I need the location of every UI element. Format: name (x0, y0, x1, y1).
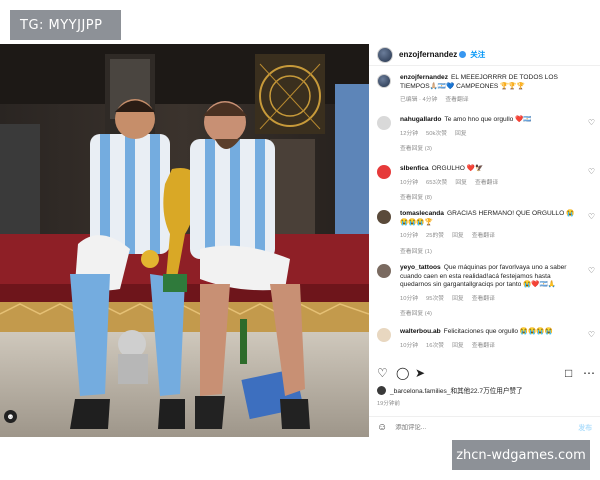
commenter-avatar[interactable] (377, 116, 391, 130)
reply-link[interactable]: 回复 (455, 131, 467, 137)
comment-likes[interactable]: 16次赞 (426, 343, 444, 349)
verified-badge-icon (459, 51, 467, 58)
translate-link[interactable]: 查看翻译 (475, 180, 498, 186)
comment-username[interactable]: slbenfica (400, 165, 429, 172)
post-comment-button[interactable]: 发布 (578, 422, 592, 432)
comment-time: 10分钟 (400, 179, 419, 186)
commenter-avatar[interactable] (377, 165, 391, 179)
post-header: enzojfernandez 关注 (369, 44, 600, 66)
commenter-avatar[interactable] (377, 264, 391, 278)
reply-link[interactable]: 回复 (452, 343, 464, 349)
heart-icon[interactable]: ♡ (377, 366, 388, 380)
translate-link[interactable]: 查看翻译 (472, 296, 495, 302)
locker-room-photo (0, 44, 369, 437)
comment-like-heart-icon[interactable]: ♡ (588, 266, 595, 275)
comment-like-heart-icon[interactable]: ♡ (588, 212, 595, 221)
comment-username[interactable]: walterbou.ab (400, 328, 441, 335)
caption-avatar[interactable] (377, 74, 391, 88)
comment-text: Te amo hno que orgullo ❤️🇦🇷 (444, 116, 532, 123)
comment-time: 12分钟 (400, 130, 419, 137)
user-tag-icon[interactable]: ☻ (4, 410, 17, 423)
translate-link[interactable]: 查看翻译 (472, 343, 495, 349)
comment-likes[interactable]: 653次赞 (426, 180, 447, 186)
view-replies-link[interactable]: 查看回复 (4) (400, 310, 582, 319)
site-watermark: zhcn-wdgames.com (452, 440, 590, 470)
comment-like-heart-icon[interactable]: ♡ (588, 167, 595, 176)
liker-avatar (377, 385, 386, 395)
view-replies-link[interactable]: 查看回复 (3) (400, 145, 582, 154)
view-replies-link[interactable]: 查看回复 (8) (400, 194, 582, 203)
more-icon[interactable]: ⋯ (583, 366, 595, 380)
liked-by[interactable]: _barcelona.families_和其他22.7万位用户赞了 (377, 385, 523, 395)
post-actions: ♡ ◯ ➤ □ ⋯ (369, 366, 600, 384)
author-avatar[interactable] (377, 46, 393, 63)
reply-link[interactable]: 回复 (452, 296, 464, 302)
comment-username[interactable]: yeyo_tattoos (400, 264, 441, 271)
comment-list: enzojfernandez EL MEEEJORRRR DE TODOS LOS… (369, 70, 600, 370)
commenter-avatar[interactable] (377, 210, 391, 224)
comment-likes[interactable]: 25的赞 (426, 233, 444, 239)
comment-icon[interactable]: ◯ (396, 366, 409, 380)
comment-time: 10分钟 (400, 233, 419, 240)
share-icon[interactable]: ➤ (415, 366, 425, 380)
caption-translate-link[interactable]: 查看翻译 (445, 97, 468, 103)
bookmark-icon[interactable]: □ (565, 366, 572, 380)
liked-by-text: _barcelona.families_和其他22.7万位用户赞了 (390, 388, 523, 395)
comment-text: Felicitaciones que orgullo 😭😭😭😭 (443, 328, 553, 335)
tg-badge: TG: MYYJJPP (10, 10, 121, 40)
post-photo[interactable]: ☻ (0, 44, 369, 437)
follow-button[interactable]: 关注 (470, 49, 485, 60)
author-username[interactable]: enzojfernandez (399, 50, 457, 59)
caption-time: 已编辑 · 4分钟 (400, 97, 438, 104)
reply-link[interactable]: 回复 (455, 180, 467, 186)
caption-username[interactable]: enzojfernandez (400, 74, 448, 81)
comment-text: ORGULHO ❤️🦅 (431, 165, 484, 172)
comment-like-heart-icon[interactable]: ♡ (588, 330, 595, 339)
comment-username[interactable]: nahugallardo (400, 116, 441, 123)
add-comment-bar: ☺ 发布 (369, 416, 600, 437)
comment-time: 10分钟 (400, 342, 419, 349)
translate-link[interactable]: 查看翻译 (472, 233, 495, 239)
smile-icon[interactable]: ☺ (377, 422, 387, 433)
comment-likes[interactable]: 50k次赞 (426, 131, 447, 137)
instagram-post: ☻ enzojfernandez 关注 enzojfernandez EL MEE… (0, 44, 600, 437)
commenter-avatar[interactable] (377, 328, 391, 342)
comment-time: 10分钟 (400, 295, 419, 302)
reply-link[interactable]: 回复 (452, 233, 464, 239)
comment-like-heart-icon[interactable]: ♡ (588, 118, 595, 127)
post-side-panel: enzojfernandez 关注 enzojfernandez EL MEEEJ… (369, 44, 600, 437)
view-replies-link[interactable]: 查看回复 (1) (400, 248, 582, 257)
comment-username[interactable]: tomaslecanda (400, 210, 444, 217)
comment-likes[interactable]: 95次赞 (426, 296, 444, 302)
comment-input[interactable] (395, 423, 556, 431)
post-age: 19分钟前 (377, 401, 401, 407)
